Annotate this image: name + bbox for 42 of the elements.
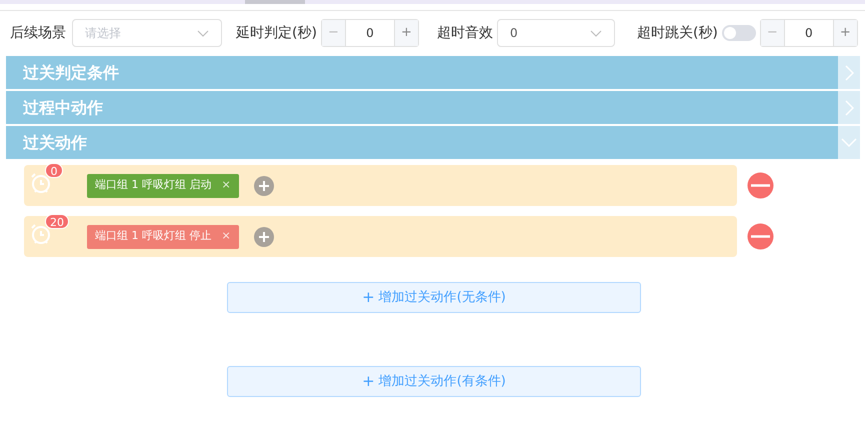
field-label: 超时跳关(秒) bbox=[636, 24, 718, 42]
plus-icon: + bbox=[362, 286, 375, 309]
add-icon[interactable] bbox=[254, 176, 274, 196]
increment-button[interactable]: + bbox=[832, 20, 857, 46]
tag-text: 端口组 1 呼吸灯组 启动 bbox=[95, 177, 212, 194]
tag-text: 端口组 1 呼吸灯组 停止 bbox=[95, 228, 212, 244]
number-stepper[interactable]: − 0 + bbox=[760, 19, 858, 47]
number-stepper[interactable]: − 0 + bbox=[320, 19, 419, 47]
button-label: 增加过关动作(有条件) bbox=[378, 372, 506, 391]
increment-button[interactable]: + bbox=[394, 20, 418, 46]
decrement-button[interactable]: − bbox=[322, 20, 346, 46]
button-label: 增加过关动作(无条件) bbox=[378, 288, 506, 307]
plus-icon: + bbox=[362, 370, 375, 393]
remove-icon[interactable] bbox=[747, 172, 774, 199]
tag-remove-button[interactable]: × bbox=[222, 177, 231, 194]
select-value: 0 bbox=[510, 25, 518, 42]
stepper-value: 0 bbox=[804, 25, 814, 42]
select-placeholder: 请选择 bbox=[85, 25, 121, 42]
tag-remove-button[interactable]: × bbox=[222, 228, 231, 245]
alarm-clock-icon bbox=[29, 171, 53, 195]
field-label: 超时音效 bbox=[436, 24, 493, 42]
section-header[interactable]: 过关判定条件 bbox=[6, 56, 838, 89]
select-field[interactable]: 请选择 bbox=[72, 19, 222, 47]
add-action-button[interactable]: + 增加过关动作(无条件) bbox=[227, 282, 641, 313]
delay-badge: 0 bbox=[45, 163, 63, 178]
delay-badge: 20 bbox=[45, 214, 69, 229]
chevron-down-icon bbox=[197, 30, 209, 36]
add-icon[interactable] bbox=[254, 226, 274, 246]
section-title: 过程中动作 bbox=[23, 96, 103, 118]
add-action-button[interactable]: + 增加过关动作(有条件) bbox=[227, 366, 641, 397]
stepper-value: 0 bbox=[365, 25, 375, 42]
chevron-down-icon bbox=[590, 30, 602, 36]
section-title: 过关判定条件 bbox=[23, 62, 119, 84]
section-header[interactable]: 过关动作 bbox=[6, 126, 838, 159]
decrement-button[interactable]: − bbox=[760, 20, 785, 46]
field-label: 后续场景 bbox=[10, 24, 66, 42]
section-title: 过关动作 bbox=[23, 132, 87, 154]
toggle-switch[interactable] bbox=[722, 25, 756, 41]
select-field[interactable]: 0 bbox=[496, 19, 615, 47]
remove-icon[interactable] bbox=[747, 223, 774, 250]
section-header[interactable]: 过程中动作 bbox=[6, 91, 838, 124]
field-label: 延时判定(秒) bbox=[236, 24, 317, 42]
